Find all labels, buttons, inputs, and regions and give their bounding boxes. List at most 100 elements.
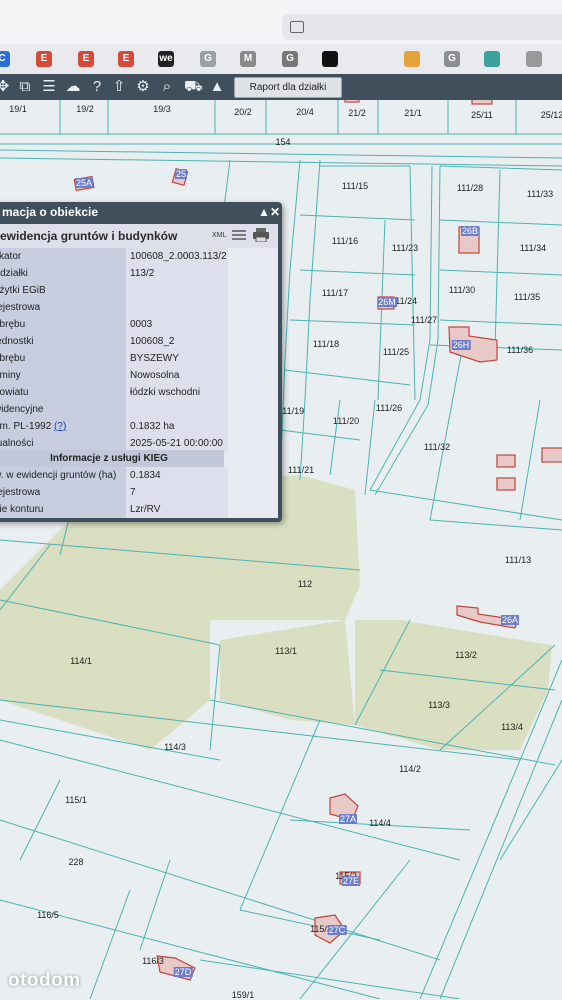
attribute-label: obrębu (0, 350, 126, 367)
attribute-label: gminy (0, 367, 126, 384)
list-icon[interactable] (232, 229, 246, 241)
xml-link[interactable]: XML (212, 232, 226, 239)
attribute-row: obrębu 0003 (0, 316, 278, 333)
building-label: 27C (327, 925, 347, 935)
e-icon[interactable]: E (118, 51, 134, 67)
black-square-icon[interactable] (322, 51, 338, 67)
search-icon[interactable]: ⌕ (158, 78, 176, 96)
building-label: 26M (377, 297, 397, 307)
globe-icon[interactable] (484, 51, 500, 67)
browser-top-bar (0, 0, 562, 44)
attribute-label: użytki EGiB (0, 282, 126, 299)
g-icon[interactable]: G (282, 51, 298, 67)
table-icon[interactable]: ☰ (40, 78, 58, 96)
g-icon[interactable]: G (200, 51, 216, 67)
cart-icon[interactable]: ⛟ (184, 78, 203, 96)
parcel-label: 154 (275, 137, 291, 147)
parcel-label: 20/4 (296, 107, 314, 117)
address-bar[interactable] (282, 14, 562, 40)
attribute-label: r działki (0, 265, 126, 282)
attribute-value: 0.1834 (126, 467, 228, 484)
attribute-label-text: r działki (0, 268, 28, 279)
attribute-value: BYSZEWY (126, 350, 228, 367)
parcel-label: 111/23 (391, 243, 419, 253)
help-link[interactable]: (?) (54, 421, 66, 432)
attribute-value: 0.1832 ha (126, 418, 228, 435)
attribute-row: w. w ewidencji gruntów (ha) 0.1834 (0, 467, 278, 484)
road-icon[interactable]: ▲ (208, 78, 226, 96)
attribute-row: użytki EGiB (0, 282, 278, 299)
settings-icon[interactable]: ⚙ (134, 78, 152, 96)
parcel-label: 111/35 (513, 292, 541, 302)
help-icon[interactable]: ? (88, 78, 106, 96)
attribute-label: nie konturu (0, 501, 126, 518)
arrow-icon[interactable] (404, 51, 420, 67)
building (471, 100, 493, 105)
attribute-row: powiatu łódzki wschodni (0, 384, 278, 401)
parcel-label: 111/20 (332, 416, 360, 426)
layers-icon[interactable]: ✥ (0, 78, 12, 96)
attribute-label: rejestrowa (0, 484, 126, 501)
attribute-label-text: gminy (0, 370, 21, 381)
parcel-label: 111/28 (456, 183, 484, 193)
close-icon[interactable]: ✕ (270, 205, 280, 219)
parcel-label: 116/5 (37, 910, 59, 920)
attribute-row: r działki 113/2 (0, 265, 278, 282)
we-icon[interactable]: we (158, 51, 174, 67)
parcel-label: 111/25 (382, 347, 410, 357)
attribute-label: obrębu (0, 316, 126, 333)
attribute-label: fikator (0, 248, 126, 265)
parcel-label: 112 (297, 579, 313, 589)
e-icon[interactable]: E (78, 51, 94, 67)
attribute-value (126, 282, 228, 299)
panel-title: macja o obiekcie (2, 205, 99, 219)
e-icon[interactable]: E (36, 51, 52, 67)
parcel-label: 111/36 (506, 345, 534, 355)
print-icon[interactable] (253, 228, 269, 242)
parcel-label: 111/16 (331, 236, 359, 246)
attribute-row: gminy Nowosolna (0, 367, 278, 384)
attribute-row: rejestrowa 7 (0, 484, 278, 501)
otodom-watermark: otodom (8, 970, 81, 991)
egib-section-header[interactable]: ewidencja gruntów i budynków XML (0, 224, 278, 249)
parcel-label: 113/4 (501, 722, 523, 732)
bookmarks-bar: C E E Ewe G M G G (0, 44, 562, 75)
chat-icon[interactable]: ☁ (64, 78, 82, 96)
parcel-label: 228 (68, 857, 84, 867)
select-icon[interactable]: ⧉ (16, 78, 34, 96)
building (496, 454, 516, 468)
attribute-row: rejestrowa (0, 299, 278, 316)
cloud-upload-icon[interactable]: ⇧ (110, 78, 128, 96)
attribute-label-text: tualności (0, 438, 34, 449)
parcel-label: 111/32 (423, 442, 451, 452)
attribute-value: 100608_2.0003.113/2 (126, 248, 228, 265)
g-icon[interactable]: G (444, 51, 460, 67)
parcel-label: 113/2 (455, 650, 477, 660)
building-label: 27A (338, 814, 358, 824)
attribute-value: 100608_2 (126, 333, 228, 350)
c-icon[interactable]: C (0, 51, 10, 67)
raport-button[interactable]: Raport dla działki (234, 77, 342, 98)
parcel-label: 116/3 (142, 956, 164, 966)
parcel-label: 111/15 (341, 181, 369, 191)
attribute-label-text: obrębu (0, 319, 26, 330)
attribute-label-text: nie konturu (0, 504, 44, 515)
parcel-label: 111/13 (504, 555, 532, 565)
attribute-row: fikator 100608_2.0003.113/2 (0, 248, 278, 265)
minimize-icon[interactable]: ▲ (258, 205, 270, 219)
grid-icon[interactable] (526, 51, 542, 67)
attribute-label-text: fikator (0, 251, 22, 262)
attribute-label-text: w. w ewidencji gruntów (ha) (0, 470, 117, 481)
parcel-label: 111/26 (375, 403, 403, 413)
building-label: 25A (74, 178, 94, 188)
attribute-row: jednostki 100608_2 (0, 333, 278, 350)
parcel-label: 113/3 (428, 700, 450, 710)
attribute-value (126, 401, 228, 418)
m-icon[interactable]: M (240, 51, 256, 67)
parcel-label: 115/1 (65, 795, 87, 805)
attribute-label-text: jednostki (0, 336, 34, 347)
building-label: 27E (341, 876, 361, 886)
parcel-label: 111/21 (287, 465, 315, 475)
attribute-value: 0003 (126, 316, 228, 333)
object-info-panel: macja o obiekcie ▲ ✕ ewidencja gruntów i… (0, 202, 282, 522)
